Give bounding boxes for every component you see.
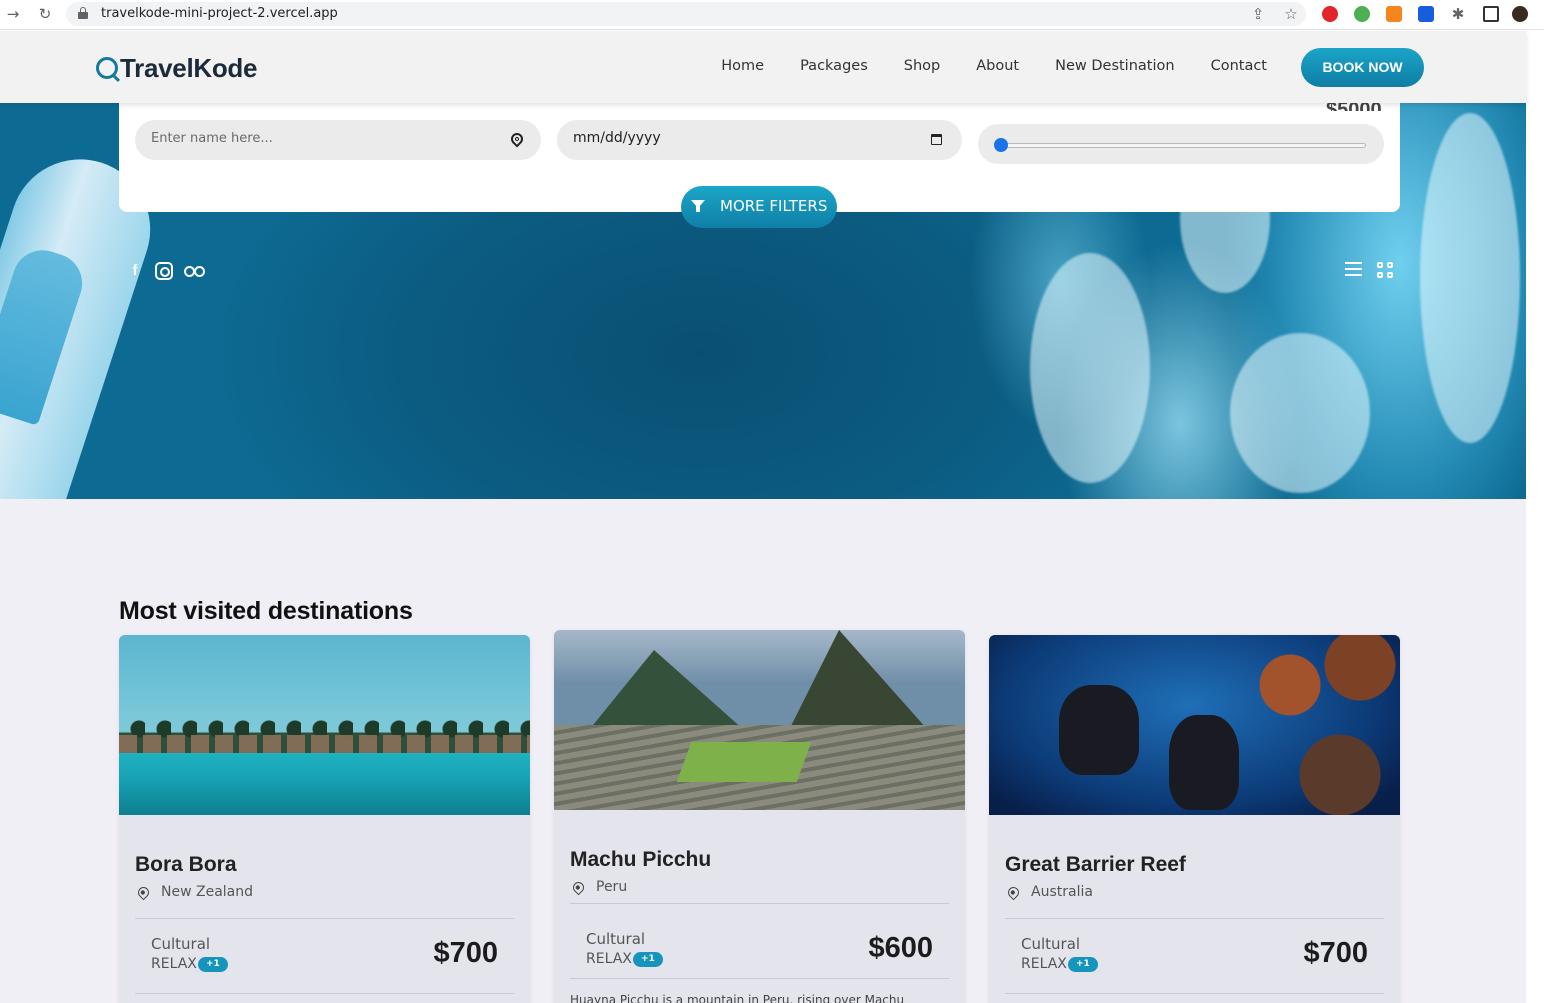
reload-icon[interactable]: ↻ (36, 5, 54, 23)
card-title: Machu Picchu (570, 848, 712, 871)
tag-label: RELAX (586, 951, 632, 967)
logo-text: TravelKode (120, 52, 258, 83)
nav-contact[interactable]: Contact (1211, 58, 1267, 74)
max-price-slider[interactable] (978, 124, 1384, 164)
machu-picchu-image (554, 630, 965, 810)
divider (135, 918, 514, 919)
more-filters-button[interactable]: MORE FILTERS (681, 186, 837, 228)
bora-bora-image (119, 635, 530, 815)
side-panel-icon[interactable] (1483, 6, 1499, 22)
date-input[interactable]: mm/dd/yyyy (557, 120, 962, 160)
slider-thumb[interactable] (994, 138, 1008, 152)
instagram-icon[interactable] (155, 262, 173, 280)
location-pin-icon (570, 879, 587, 896)
card-category: Cultural (586, 930, 646, 948)
great-barrier-reef-image (989, 635, 1400, 815)
destinations-section: Most visited destinations Bora Bora New … (0, 499, 1526, 1003)
card-description: Huayna Picchu is a mountain in Peru, ris… (570, 993, 905, 1003)
slider-track (998, 143, 1366, 148)
filter-funnel-icon (691, 200, 705, 212)
destination-card-bora-bora[interactable]: Bora Bora New Zealand Cultural RELAX +1 $… (119, 635, 530, 1003)
nav-links: Home Packages Shop About New Destination… (721, 58, 1267, 74)
card-title: Great Barrier Reef (1005, 853, 1186, 876)
card-tag: RELAX +1 (151, 956, 228, 972)
puzzle-extensions-icon[interactable]: ✱ (1449, 5, 1467, 23)
card-price: $600 (868, 932, 933, 964)
book-now-button[interactable]: BOOK NOW (1301, 48, 1424, 87)
grid-view-icon[interactable] (1377, 262, 1394, 278)
url-text: travelkode-mini-project-2.vercel.app (101, 6, 338, 21)
metamask-icon[interactable] (1386, 6, 1402, 22)
date-placeholder: mm/dd/yyyy (573, 130, 661, 146)
tag-label: RELAX (1021, 956, 1067, 972)
divider (1005, 993, 1384, 994)
nav-packages[interactable]: Packages (800, 58, 868, 74)
card-title: Bora Bora (135, 853, 237, 876)
tag-count-badge[interactable]: +1 (197, 956, 228, 972)
nav-about[interactable]: About (976, 58, 1019, 74)
card-category: Cultural (1021, 935, 1081, 953)
divider (1005, 918, 1384, 919)
share-icon[interactable]: ⇪ (1249, 5, 1267, 23)
tag-count-badge[interactable]: +1 (1067, 956, 1098, 972)
logo[interactable]: TravelKode (96, 53, 257, 83)
destination-search-input[interactable]: Enter name here... (135, 120, 541, 160)
location-pin-icon (135, 884, 152, 901)
logo-search-icon (96, 57, 118, 79)
lock-icon (78, 7, 88, 19)
browser-toolbar: → ↻ travelkode-mini-project-2.vercel.app… (0, 0, 1544, 30)
divider (570, 978, 949, 979)
card-price: $700 (433, 937, 498, 969)
tripadvisor-icon[interactable] (183, 262, 205, 280)
extension-icon[interactable] (1354, 6, 1370, 22)
card-location: Peru (596, 879, 628, 895)
destination-placeholder: Enter name here... (151, 131, 273, 146)
tag-count-badge[interactable]: +1 (632, 951, 663, 967)
divider (135, 993, 514, 994)
more-filters-label: MORE FILTERS (720, 197, 828, 215)
card-tag: RELAX +1 (586, 951, 663, 967)
site-navbar: TravelKode Home Packages Shop About New … (0, 31, 1526, 103)
calendar-icon[interactable] (931, 134, 942, 145)
destination-card-great-barrier-reef[interactable]: Great Barrier Reef Australia Cultural RE… (989, 635, 1400, 1003)
tag-label: RELAX (151, 956, 197, 972)
card-location: New Zealand (161, 884, 253, 900)
address-bar[interactable]: travelkode-mini-project-2.vercel.app (66, 2, 1306, 26)
card-category: Cultural (151, 935, 211, 953)
location-pin-icon (1005, 884, 1022, 901)
destination-card-machu-picchu[interactable]: Machu Picchu Peru Cultural RELAX +1 $600 … (554, 630, 965, 1003)
card-price: $700 (1303, 937, 1368, 969)
bitwarden-icon[interactable] (1418, 6, 1434, 22)
list-view-icon[interactable] (1345, 262, 1362, 278)
facebook-icon[interactable]: f (126, 262, 144, 280)
nav-shop[interactable]: Shop (904, 58, 940, 74)
forward-icon[interactable]: → (4, 5, 22, 23)
section-title: Most visited destinations (119, 597, 413, 625)
card-location: Australia (1031, 884, 1093, 900)
card-tag: RELAX +1 (1021, 956, 1098, 972)
nav-home[interactable]: Home (721, 58, 764, 74)
divider (570, 903, 949, 904)
opera-extension-icon[interactable] (1322, 6, 1338, 22)
location-pin-icon (508, 130, 526, 148)
bookmark-star-icon[interactable]: ☆ (1282, 5, 1300, 23)
profile-avatar[interactable] (1512, 6, 1528, 22)
nav-new-destination[interactable]: New Destination (1055, 58, 1174, 74)
